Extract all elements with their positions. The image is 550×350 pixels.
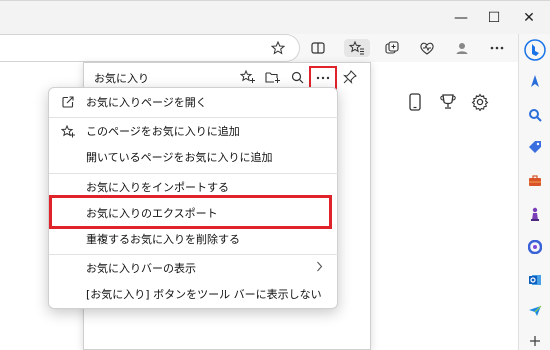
menu-item-open-favorites-page[interactable]: お気に入りページを開く (49, 90, 339, 114)
discover-bell-icon[interactable] (526, 72, 544, 90)
address-bar[interactable] (0, 34, 300, 62)
browser-essentials-icon[interactable] (417, 39, 437, 57)
games-chess-icon[interactable] (526, 205, 544, 223)
gear-icon[interactable] (470, 92, 490, 112)
menu-separator (49, 173, 339, 174)
sidebar (518, 34, 550, 350)
open-external-icon (61, 95, 75, 109)
close-button[interactable]: ✕ (520, 9, 538, 27)
menu-item-label: このページをお気に入りに追加 (86, 125, 240, 138)
favorite-star-icon[interactable] (268, 39, 288, 57)
shopping-tag-icon[interactable] (526, 138, 544, 156)
favorites-panel-title: お気に入り (94, 72, 149, 85)
browser-toolbar (0, 34, 550, 62)
search-icon[interactable] (526, 106, 544, 124)
search-favorites-icon[interactable] (288, 68, 306, 86)
menu-item-label: 開いているページをお気に入りに追加 (86, 151, 273, 164)
menu-item-hide-favorites-button[interactable]: [お気に入り] ボタンをツール バーに表示しない (49, 282, 339, 306)
chevron-right-icon (316, 261, 323, 275)
trophy-icon[interactable] (438, 92, 458, 112)
menu-separator (49, 254, 339, 255)
bing-copilot-icon[interactable] (523, 38, 547, 62)
menu-item-add-this-page[interactable]: このページをお気に入りに追加 (49, 119, 339, 143)
minimize-button[interactable]: — (452, 9, 470, 27)
title-bar: — ☐ ✕ (0, 0, 550, 34)
menu-item-label: お気に入りをインポートする (86, 181, 229, 194)
settings-more-icon[interactable] (487, 39, 507, 57)
send-drop-icon[interactable] (526, 302, 544, 320)
outlook-icon[interactable] (526, 271, 544, 289)
menu-item-label: [お気に入り] ボタンをツール バーに表示しない (86, 288, 322, 301)
favorites-toolbar-button[interactable] (344, 39, 370, 57)
menu-item-label: お気に入りページを開く (86, 96, 207, 109)
add-favorite-icon (61, 124, 75, 138)
profile-icon[interactable] (452, 39, 472, 57)
maximize-button[interactable]: ☐ (485, 9, 503, 27)
add-plus-icon[interactable] (526, 332, 544, 350)
menu-item-show-favorites-bar[interactable]: お気に入りバーの表示 (49, 256, 339, 280)
split-screen-icon[interactable] (308, 39, 328, 57)
menu-item-label: お気に入りバーの表示 (86, 262, 196, 275)
menu-separator (49, 117, 339, 118)
add-folder-icon[interactable] (264, 68, 282, 86)
add-favorite-icon[interactable] (239, 68, 257, 86)
menu-item-add-open-pages[interactable]: 開いているページをお気に入りに追加 (49, 145, 339, 169)
pin-icon[interactable] (341, 68, 359, 86)
tools-toolbox-icon[interactable] (526, 172, 544, 190)
microsoft-365-icon[interactable] (526, 238, 544, 256)
menu-item-label: 重複するお気に入りを削除する (86, 233, 240, 246)
export-highlight-box (49, 195, 332, 229)
collections-icon[interactable] (382, 39, 402, 57)
menu-item-remove-duplicates[interactable]: 重複するお気に入りを削除する (49, 227, 339, 251)
phone-icon[interactable] (405, 92, 425, 112)
